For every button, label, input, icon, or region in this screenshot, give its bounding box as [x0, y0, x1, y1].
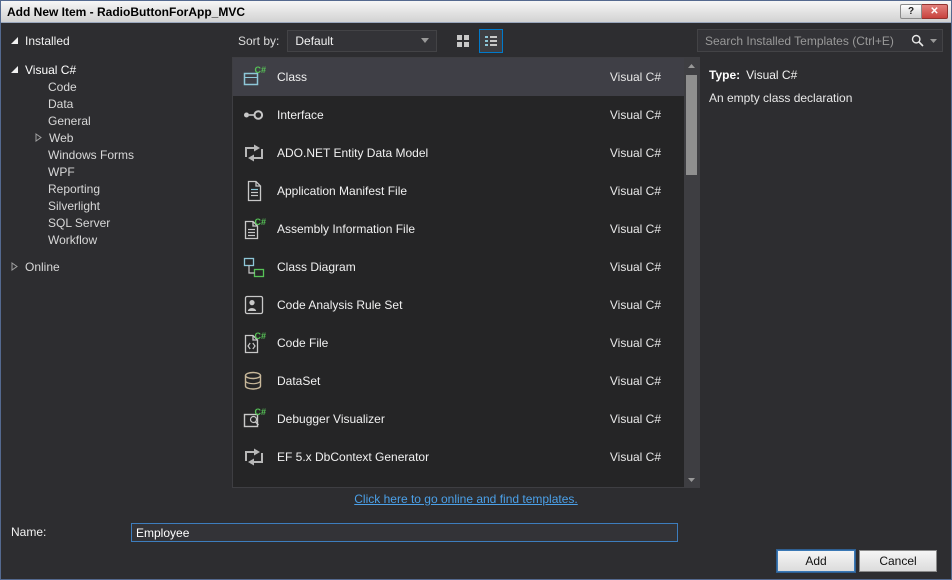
list-view-icon	[484, 34, 498, 48]
template-row-class-diagram[interactable]: Class Diagram Visual C#	[233, 248, 699, 286]
dataset-icon	[241, 368, 267, 394]
grid-view-icon	[456, 34, 470, 48]
cancel-button[interactable]: Cancel	[859, 550, 937, 572]
code-file-icon: C#	[241, 330, 267, 356]
template-row-debugger-visualizer[interactable]: C# Debugger Visualizer Visual C#	[233, 400, 699, 438]
add-button[interactable]: Add	[777, 550, 855, 572]
small-icons-view-button[interactable]	[451, 29, 475, 53]
online-templates-link-row: Click here to go online and find templat…	[232, 492, 700, 506]
tree-item-reporting[interactable]: Reporting	[1, 180, 232, 197]
sort-value: Default	[295, 34, 333, 48]
tree-item-wpf[interactable]: WPF	[1, 163, 232, 180]
template-row-dbcontext-generator[interactable]: EF 5.x DbContext Generator Visual C#	[233, 438, 699, 476]
template-list: C# Class Visual C# Interface Visual C#	[232, 57, 700, 488]
tree-item-general[interactable]: General	[1, 112, 232, 129]
tree-item-code[interactable]: Code	[1, 78, 232, 95]
installed-label: Installed	[25, 34, 70, 48]
svg-text:C#: C#	[254, 331, 266, 341]
debugger-visualizer-icon: C#	[241, 406, 267, 432]
svg-text:C#: C#	[254, 65, 266, 75]
svg-text:C#: C#	[254, 217, 266, 227]
template-row-class[interactable]: C# Class Visual C#	[233, 58, 699, 96]
class-diagram-icon	[241, 254, 267, 280]
interface-icon	[241, 102, 267, 128]
toolbar: Installed Sort by: Default	[1, 24, 951, 57]
scrollbar-thumb[interactable]	[686, 75, 697, 175]
dialog-title: Add New Item - RadioButtonForApp_MVC	[7, 5, 900, 19]
entity-data-model-icon	[241, 140, 267, 166]
close-button[interactable]: ✕	[922, 4, 948, 19]
template-row-dataset[interactable]: DataSet Visual C#	[233, 362, 699, 400]
tree-item-online[interactable]: Online	[1, 258, 232, 275]
collapsed-arrow-icon[interactable]	[34, 133, 43, 142]
tree-label: Visual C#	[25, 63, 76, 77]
tree-item-silverlight[interactable]: Silverlight	[1, 197, 232, 214]
template-row-entity-data-model[interactable]: ADO.NET Entity Data Model Visual C#	[233, 134, 699, 172]
chevron-down-icon	[421, 38, 429, 43]
category-tree: Visual C# Code Data General Web Windows …	[1, 58, 232, 488]
template-row-code-analysis-rule-set[interactable]: Code Analysis Rule Set Visual C#	[233, 286, 699, 324]
name-label: Name:	[11, 525, 46, 539]
tree-item-visual-csharp[interactable]: Visual C#	[1, 61, 232, 78]
search-icon[interactable]	[911, 34, 924, 47]
scroll-up-arrow-icon[interactable]	[684, 58, 699, 73]
dbcontext-generator-icon	[241, 444, 267, 470]
class-icon: C#	[241, 64, 267, 90]
installed-section-header[interactable]: Installed	[1, 34, 232, 48]
online-templates-link[interactable]: Click here to go online and find templat…	[354, 492, 577, 506]
help-button[interactable]: ?	[900, 4, 922, 19]
template-description: An empty class declaration	[709, 91, 941, 105]
tree-item-windows-forms[interactable]: Windows Forms	[1, 146, 232, 163]
titlebar: Add New Item - RadioButtonForApp_MVC ? ✕	[1, 1, 951, 23]
collapsed-arrow-icon[interactable]	[10, 262, 19, 271]
name-row: Name:	[1, 523, 951, 543]
type-label: Type:	[709, 68, 740, 82]
tree-item-data[interactable]: Data	[1, 95, 232, 112]
code-analysis-rule-set-icon	[241, 292, 267, 318]
tree-item-web[interactable]: Web	[1, 129, 232, 146]
scroll-down-arrow-icon[interactable]	[684, 472, 699, 487]
tree-item-sql-server[interactable]: SQL Server	[1, 214, 232, 231]
sort-dropdown[interactable]: Default	[287, 30, 437, 52]
application-manifest-icon	[241, 178, 267, 204]
svg-text:C#: C#	[254, 407, 266, 417]
template-row-assembly-information[interactable]: C# Assembly Information File Visual C#	[233, 210, 699, 248]
sort-by-label: Sort by:	[238, 34, 279, 48]
expanded-arrow-icon[interactable]	[10, 65, 19, 74]
template-row-interface[interactable]: Interface Visual C#	[233, 96, 699, 134]
list-view-button[interactable]	[479, 29, 503, 53]
template-row-application-manifest[interactable]: Application Manifest File Visual C#	[233, 172, 699, 210]
type-value: Visual C#	[746, 68, 797, 82]
search-input[interactable]	[705, 34, 905, 48]
name-input[interactable]	[131, 523, 678, 542]
template-info-panel: Type: Visual C# An empty class declarati…	[701, 57, 951, 489]
search-box[interactable]	[697, 29, 943, 52]
search-dropdown-chevron-icon[interactable]	[930, 39, 937, 43]
assembly-information-icon: C#	[241, 216, 267, 242]
template-row-code-file[interactable]: C# Code File Visual C#	[233, 324, 699, 362]
add-new-item-dialog: Add New Item - RadioButtonForApp_MVC ? ✕…	[0, 0, 952, 580]
expanded-arrow-icon	[10, 36, 19, 45]
list-scrollbar[interactable]	[684, 58, 699, 487]
tree-item-workflow[interactable]: Workflow	[1, 231, 232, 248]
